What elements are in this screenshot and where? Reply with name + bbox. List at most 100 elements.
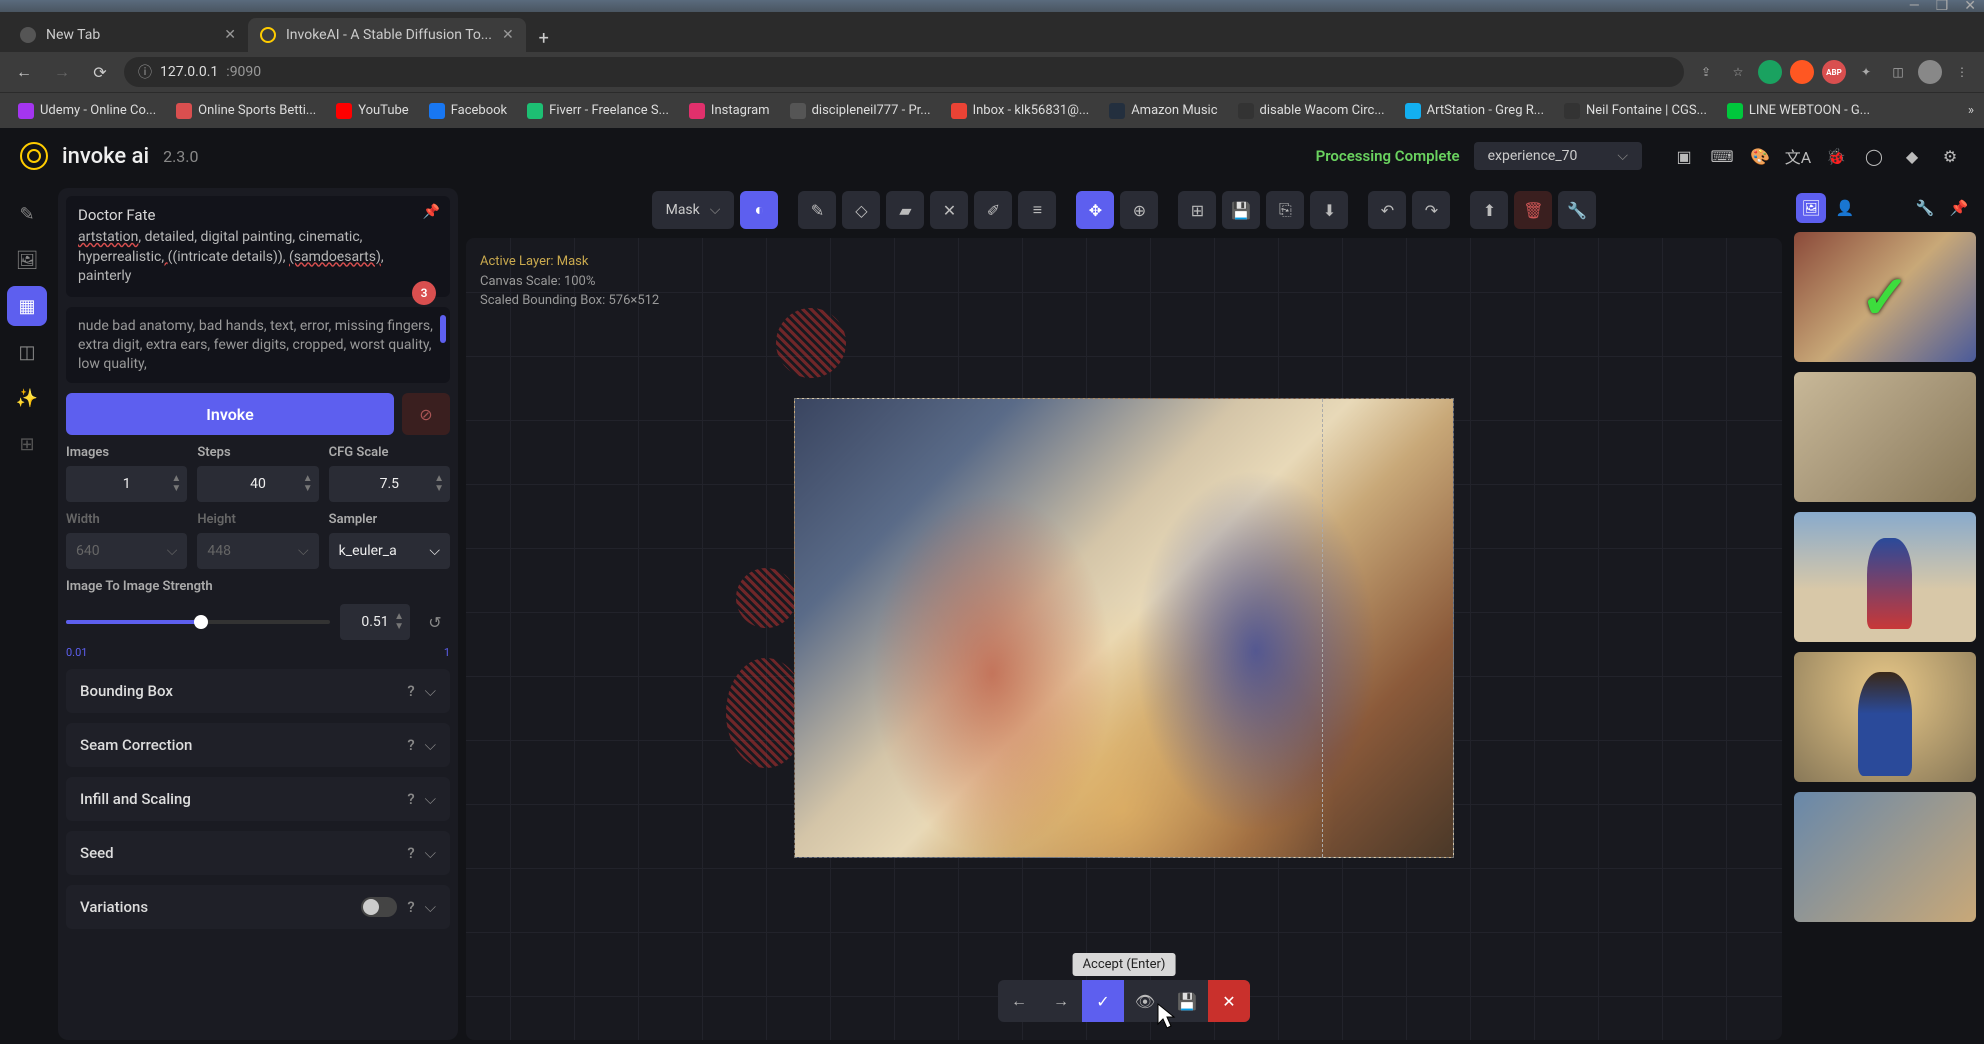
- rail-postprocess-icon[interactable]: ✨: [7, 378, 47, 418]
- nav-back-icon[interactable]: ←: [10, 58, 38, 86]
- share-icon[interactable]: ⇪: [1694, 60, 1718, 84]
- help-icon[interactable]: ?: [407, 736, 414, 754]
- save-icon[interactable]: 💾: [1222, 191, 1260, 229]
- gallery-thumbnail[interactable]: [1794, 372, 1976, 502]
- tab-close-icon[interactable]: ✕: [502, 27, 514, 43]
- upload-icon[interactable]: ⬆: [1470, 191, 1508, 229]
- bug-icon[interactable]: 🐞: [1822, 142, 1850, 170]
- help-icon[interactable]: ?: [407, 790, 414, 808]
- slider-thumb[interactable]: [194, 615, 208, 629]
- settings-gear-icon[interactable]: ⚙: [1936, 142, 1964, 170]
- bookmark-item[interactable]: Instagram: [681, 99, 778, 123]
- cfg-input[interactable]: 7.5▲▼: [329, 466, 450, 502]
- cube-icon[interactable]: ▣: [1670, 142, 1698, 170]
- help-icon[interactable]: ?: [407, 898, 414, 916]
- stepper-icon[interactable]: ▲▼: [171, 474, 181, 494]
- help-icon[interactable]: ?: [407, 844, 414, 862]
- stage-discard-button[interactable]: ✕: [1208, 980, 1250, 1022]
- browser-tab-active[interactable]: InvokeAI - A Stable Diffusion To... ✕: [248, 18, 526, 52]
- lines-icon[interactable]: ≡: [1018, 191, 1056, 229]
- variations-toggle[interactable]: [361, 897, 397, 917]
- github-icon[interactable]: ◯: [1860, 142, 1888, 170]
- canvas-viewport[interactable]: Active Layer: Mask Canvas Scale: 100% Sc…: [466, 238, 1782, 1040]
- stepper-icon[interactable]: ▲▼: [303, 474, 313, 494]
- width-select[interactable]: 640⌵: [66, 533, 187, 569]
- clear-mask-icon[interactable]: ✕: [930, 191, 968, 229]
- stage-prev-icon[interactable]: ←: [998, 980, 1040, 1022]
- gallery-thumbnail[interactable]: [1794, 652, 1976, 782]
- accordion-seed[interactable]: Seed?⌵: [66, 831, 450, 875]
- eraser-tool-icon[interactable]: ◇: [842, 191, 880, 229]
- extensions-icon[interactable]: ✦: [1854, 60, 1878, 84]
- accordion-seam-correction[interactable]: Seam Correction?⌵: [66, 723, 450, 767]
- download-icon[interactable]: ⬇: [1310, 191, 1348, 229]
- bookmark-item[interactable]: Facebook: [421, 99, 515, 123]
- window-max-icon[interactable]: ❐: [1936, 0, 1949, 14]
- rail-img2img-icon[interactable]: 🖼: [7, 240, 47, 280]
- layer-select[interactable]: Mask⌵: [652, 191, 735, 229]
- cancel-button[interactable]: ⊘: [402, 393, 450, 435]
- i2i-value-input[interactable]: 0.51▲▼: [340, 604, 410, 640]
- gallery-results-tab-icon[interactable]: 🖼: [1796, 193, 1826, 223]
- profile-avatar-icon[interactable]: [1918, 60, 1942, 84]
- bookmark-item[interactable]: Fiverr - Freelance S...: [519, 99, 677, 123]
- gallery-uploads-tab-icon[interactable]: 👤: [1830, 193, 1860, 223]
- rail-canvas-icon[interactable]: ▦: [7, 286, 47, 326]
- generated-image[interactable]: [794, 398, 1454, 858]
- nav-reload-icon[interactable]: ⟳: [86, 58, 114, 86]
- bookmark-star-icon[interactable]: ☆: [1726, 60, 1750, 84]
- fill-tool-icon[interactable]: ▰: [886, 191, 924, 229]
- merge-icon[interactable]: ⊞: [1178, 191, 1216, 229]
- accordion-bounding-box[interactable]: Bounding Box?⌵: [66, 669, 450, 713]
- delete-icon[interactable]: 🗑: [1514, 191, 1552, 229]
- ext-icon[interactable]: [1790, 60, 1814, 84]
- copy-icon[interactable]: ⎘: [1266, 191, 1304, 229]
- bookmark-item[interactable]: Online Sports Betti...: [168, 99, 324, 123]
- window-close-icon[interactable]: ✕: [1964, 0, 1976, 14]
- i2i-slider[interactable]: [66, 620, 330, 624]
- sampler-select[interactable]: k_euler_a⌵: [329, 533, 450, 569]
- steps-input[interactable]: 40▲▼: [197, 466, 318, 502]
- bookmark-item[interactable]: Neil Fontaine | CGS...: [1556, 99, 1715, 123]
- ext-abp-icon[interactable]: ABP: [1822, 60, 1846, 84]
- stage-toggle-view-icon[interactable]: 👁: [1124, 980, 1166, 1022]
- pin-icon[interactable]: 📌: [423, 204, 440, 220]
- mask-toggle-icon[interactable]: ◐: [740, 191, 778, 229]
- tab-close-icon[interactable]: ✕: [224, 27, 236, 43]
- bookmark-item[interactable]: ArtStation - Greg R...: [1397, 99, 1552, 123]
- rail-training-icon[interactable]: ⊞: [7, 424, 47, 464]
- bookmarks-overflow-icon[interactable]: »: [1968, 103, 1974, 118]
- model-select[interactable]: experience_70 ⌵: [1474, 142, 1642, 170]
- new-tab-button[interactable]: +: [530, 24, 558, 52]
- accordion-infill-scaling[interactable]: Infill and Scaling?⌵: [66, 777, 450, 821]
- keyboard-icon[interactable]: ⌨: [1708, 142, 1736, 170]
- undo-icon[interactable]: ↶: [1368, 191, 1406, 229]
- negative-prompt-input[interactable]: nude bad anatomy, bad hands, text, error…: [66, 307, 450, 384]
- gallery-pin-icon[interactable]: 📌: [1944, 193, 1974, 223]
- discord-icon[interactable]: ◆: [1898, 142, 1926, 170]
- menu-icon[interactable]: ⋮: [1950, 60, 1974, 84]
- wrench-icon[interactable]: 🔧: [1558, 191, 1596, 229]
- invoke-button[interactable]: Invoke: [66, 393, 394, 435]
- reset-icon[interactable]: ↺: [420, 607, 450, 637]
- bookmark-item[interactable]: YouTube: [328, 99, 417, 123]
- brush-tool-icon[interactable]: ✎: [798, 191, 836, 229]
- url-input[interactable]: ⓘ 127.0.0.1:9090: [124, 57, 1684, 87]
- site-info-icon[interactable]: ⓘ: [138, 62, 152, 82]
- move-tool-icon[interactable]: ✥: [1076, 191, 1114, 229]
- bookmark-item[interactable]: Inbox - klk56831@...: [943, 99, 1098, 123]
- sidepanel-icon[interactable]: ◫: [1886, 60, 1910, 84]
- bookmark-item[interactable]: discipleneil777 - Pr...: [782, 99, 939, 123]
- rail-txt2img-icon[interactable]: ✎: [7, 194, 47, 234]
- stepper-icon[interactable]: ▲▼: [394, 612, 404, 632]
- rail-nodes-icon[interactable]: ◫: [7, 332, 47, 372]
- eyedropper-icon[interactable]: ✐: [974, 191, 1012, 229]
- gallery-thumbnail[interactable]: [1794, 512, 1976, 642]
- palette-icon[interactable]: 🎨: [1746, 142, 1774, 170]
- redo-icon[interactable]: ↷: [1412, 191, 1450, 229]
- language-icon[interactable]: 文A: [1784, 142, 1812, 170]
- prompt-input[interactable]: 📌 Doctor Fate artstation, detailed, digi…: [66, 196, 450, 297]
- bookmark-item[interactable]: LINE WEBTOON - G...: [1719, 99, 1878, 123]
- gallery-thumbnail[interactable]: ✓: [1794, 232, 1976, 362]
- gallery-settings-icon[interactable]: 🔧: [1910, 193, 1940, 223]
